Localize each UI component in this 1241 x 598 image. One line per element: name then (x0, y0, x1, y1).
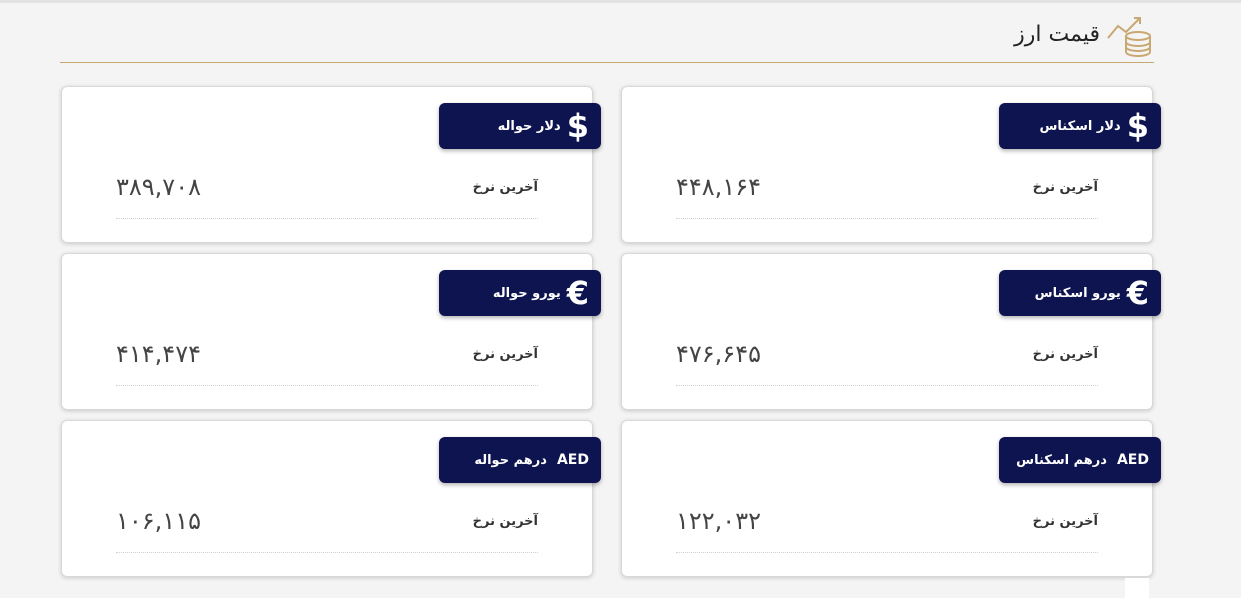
rate-label: آخرین نرخ (472, 514, 538, 529)
scroll-corner (1125, 578, 1149, 598)
rate-card-eur-transfer: € یورو حواله آخرین نرخ ۴۱۴,۴۷۴ (61, 253, 601, 410)
rate-card-aed-transfer: AED درهم حواله آخرین نرخ ۱۰۶,۱۱۵ (61, 420, 601, 577)
aed-icon: AED (1116, 452, 1149, 468)
rate-value: ۱۲۲,۰۳۲ (676, 507, 761, 535)
currency-label: یورو اسکناس (1034, 285, 1121, 301)
aed-icon: AED (556, 452, 589, 468)
currency-label: درهم اسکناس (1016, 452, 1107, 468)
currency-badge[interactable]: $ دلار حواله (439, 103, 601, 149)
rate-label: آخرین نرخ (472, 180, 538, 195)
rate-card-eur-cash: € یورو اسکناس آخرین نرخ ۴۷۶,۶۴۵ (621, 253, 1161, 410)
coins-chart-icon (1107, 17, 1151, 57)
currency-label: دلار اسکناس (1039, 118, 1121, 134)
currency-badge[interactable]: $ دلار اسکناس (999, 103, 1161, 149)
rate-card-usd-transfer: $ دلار حواله آخرین نرخ ۳۸۹,۷۰۸ (61, 86, 601, 243)
euro-icon: € (1126, 274, 1149, 312)
currency-label: یورو حواله (492, 285, 561, 301)
rate-value: ۳۸۹,۷۰۸ (116, 173, 201, 201)
rate-label: آخرین نرخ (1032, 347, 1098, 362)
rate-card-usd-cash: $ دلار اسکناس آخرین نرخ ۴۴۸,۱۶۴ (621, 86, 1161, 243)
rate-card-aed-cash: AED درهم اسکناس آخرین نرخ ۱۲۲,۰۳۲ (621, 420, 1161, 577)
currency-label: دلار حواله (497, 118, 561, 134)
currency-badge[interactable]: AED درهم حواله (439, 437, 601, 483)
rate-label: آخرین نرخ (1032, 514, 1098, 529)
dollar-icon: $ (1126, 107, 1149, 145)
currency-label: درهم حواله (474, 452, 547, 468)
top-border (0, 0, 1241, 3)
rate-value: ۴۱۴,۴۷۴ (116, 340, 201, 368)
divider (116, 218, 538, 219)
rate-value: ۴۷۶,۶۴۵ (676, 340, 761, 368)
dollar-icon: $ (566, 107, 589, 145)
section-header: قیمت ارز (60, 10, 1154, 63)
divider (116, 552, 538, 553)
currency-badge[interactable]: € یورو حواله (439, 270, 601, 316)
currency-badge[interactable]: € یورو اسکناس (999, 270, 1161, 316)
currency-badge[interactable]: AED درهم اسکناس (999, 437, 1161, 483)
divider (676, 218, 1098, 219)
rate-value: ۴۴۸,۱۶۴ (676, 173, 761, 201)
rate-label: آخرین نرخ (1032, 180, 1098, 195)
divider (116, 385, 538, 386)
divider (676, 552, 1098, 553)
rate-value: ۱۰۶,۱۱۵ (116, 507, 201, 535)
page-title: قیمت ارز (1014, 22, 1100, 47)
divider (676, 385, 1098, 386)
rate-label: آخرین نرخ (472, 347, 538, 362)
euro-icon: € (566, 274, 589, 312)
